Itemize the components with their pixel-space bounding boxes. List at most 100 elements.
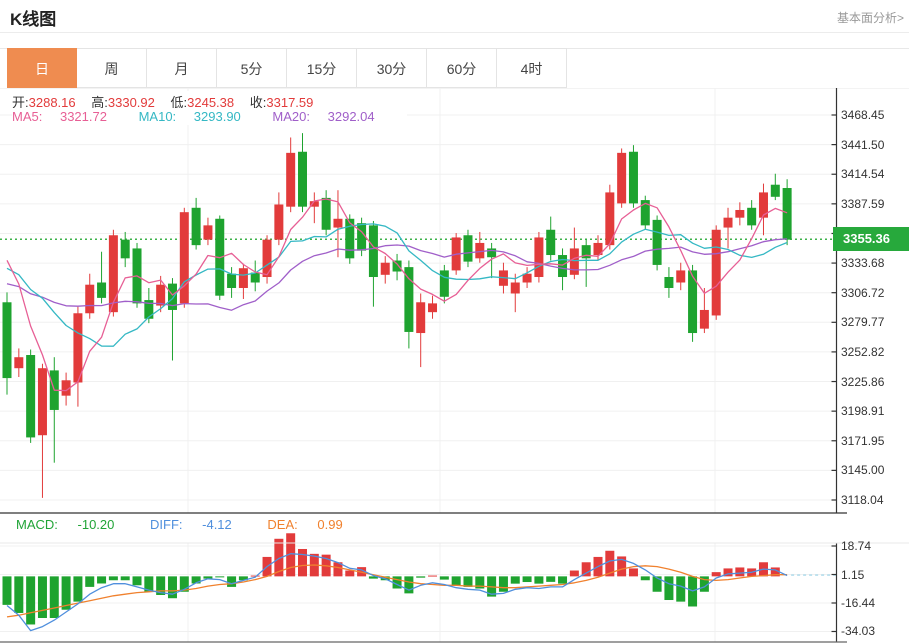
candle-body (558, 255, 567, 277)
tab-4时[interactable]: 4时 (497, 48, 567, 88)
candle-body (286, 153, 295, 207)
macd-hist-bar (26, 576, 35, 624)
price-tick-label: 3118.04 (841, 493, 884, 507)
price-tick-label: 3279.77 (841, 315, 884, 329)
macd-hist-bar (676, 576, 685, 601)
macd-hist-bar (452, 576, 461, 585)
price-tick-label: 3145.00 (841, 463, 884, 477)
candle-body (298, 152, 307, 207)
kline-widget: K线图 基本面分析> 日周月5分15分30分60分4时 开:3288.16 高:… (0, 0, 909, 644)
ma5-readout: MA5: 3321.72 (12, 109, 121, 124)
price-tick-label: 3441.50 (841, 138, 884, 152)
candle-body (463, 235, 472, 261)
candle-body (676, 270, 685, 282)
candle-body (192, 208, 201, 245)
price-tick-label: 3414.54 (841, 167, 884, 181)
macd-hist-bar (558, 576, 567, 583)
ma20-readout: MA20: 3292.04 (272, 109, 388, 124)
macd-hist-bar (428, 576, 437, 577)
candle-body (712, 230, 721, 316)
ma5-line (7, 199, 787, 391)
tab-15分[interactable]: 15分 (287, 48, 357, 88)
macd-hist-bar (499, 576, 508, 591)
price-tick-label: 3252.82 (841, 345, 884, 359)
candle-body (3, 302, 12, 378)
macd-hist-bar (534, 576, 543, 583)
candle-body (735, 210, 744, 218)
tab-30分[interactable]: 30分 (357, 48, 427, 88)
candle-body (653, 220, 662, 265)
candle-body (14, 357, 23, 368)
macd-hist-bar (416, 576, 425, 577)
macd-hist-bar (440, 576, 449, 579)
tab-月[interactable]: 月 (147, 48, 217, 88)
macd-hist-bar (109, 576, 118, 580)
candle-body (274, 204, 283, 239)
candle-body (203, 225, 212, 239)
macd-hist-bar (546, 576, 555, 582)
price-tick-label: 3306.72 (841, 286, 884, 300)
macd-tick-label: 1.15 (841, 568, 864, 582)
candle-body (227, 274, 236, 288)
macd-hist-bar (404, 576, 413, 593)
macd-tick-label: 18.74 (841, 539, 871, 553)
candle-body (156, 285, 165, 306)
candle-body (357, 223, 366, 250)
macd-hist-bar (570, 571, 579, 577)
macd-hist-bar (345, 571, 354, 577)
candle-body (783, 188, 792, 240)
candle-body (180, 212, 189, 303)
macd-hist-bar (73, 576, 82, 601)
price-tick-label: 3171.95 (841, 434, 884, 448)
candle-body (416, 302, 425, 333)
candle-body (369, 225, 378, 277)
macd-hist-bar (121, 576, 130, 580)
tab-周[interactable]: 周 (77, 48, 147, 88)
candle-body (724, 218, 733, 228)
macd-hist-bar (712, 572, 721, 576)
macd-hist-bar (511, 576, 520, 583)
diff-value-readout: DIFF: -4.12 (150, 517, 248, 532)
macd-hist-bar (14, 576, 23, 613)
candle-body (440, 270, 449, 296)
macd-hist-bar (133, 576, 142, 585)
candle-body (85, 285, 94, 314)
macd-hist-bar (97, 576, 106, 583)
macd-hist-bar (38, 576, 47, 618)
dea-value-readout: DEA: 0.99 (267, 517, 358, 532)
candle-body (239, 268, 248, 288)
macd-hist-bar (523, 576, 532, 582)
macd-hist-bar (168, 576, 177, 598)
price-tick-label: 3333.68 (841, 256, 884, 270)
price-tick-label: 3198.91 (841, 404, 884, 418)
tab-60分[interactable]: 60分 (427, 48, 497, 88)
candle-body (26, 355, 35, 437)
macd-hist-bar (3, 576, 12, 605)
candle-body (747, 208, 756, 226)
macd-hist-bar (85, 576, 94, 587)
ma10-readout: MA10: 3293.90 (139, 109, 255, 124)
tab-5分[interactable]: 5分 (217, 48, 287, 88)
macd-hist-bar (629, 568, 638, 576)
period-tabs: 日周月5分15分30分60分4时 (7, 48, 567, 88)
candle-body (771, 185, 780, 197)
macd-hist-bar (641, 576, 650, 580)
macd-tick-label: -16.44 (841, 596, 875, 610)
candle-body (381, 263, 390, 275)
candle-body (629, 152, 638, 204)
macd-readout: MACD: -10.20 DIFF: -4.12 DEA: 0.99 (16, 517, 375, 532)
price-tick-label: 3468.45 (841, 108, 884, 122)
macd-value-readout: MACD: -10.20 (16, 517, 130, 532)
macd-hist-bar (735, 567, 744, 576)
candle-body (97, 282, 106, 297)
tab-日[interactable]: 日 (7, 48, 77, 88)
candle-body (546, 230, 555, 255)
candle-body (109, 235, 118, 312)
macd-hist-bar (227, 576, 236, 587)
candle-body (404, 267, 413, 332)
candle-body (333, 219, 342, 228)
ma-readout: MA5: 3321.72 MA10: 3293.90 MA20: 3292.04 (12, 108, 407, 125)
candle-body (511, 282, 520, 293)
price-tick-label: 3387.59 (841, 197, 884, 211)
candle-body (121, 240, 130, 259)
